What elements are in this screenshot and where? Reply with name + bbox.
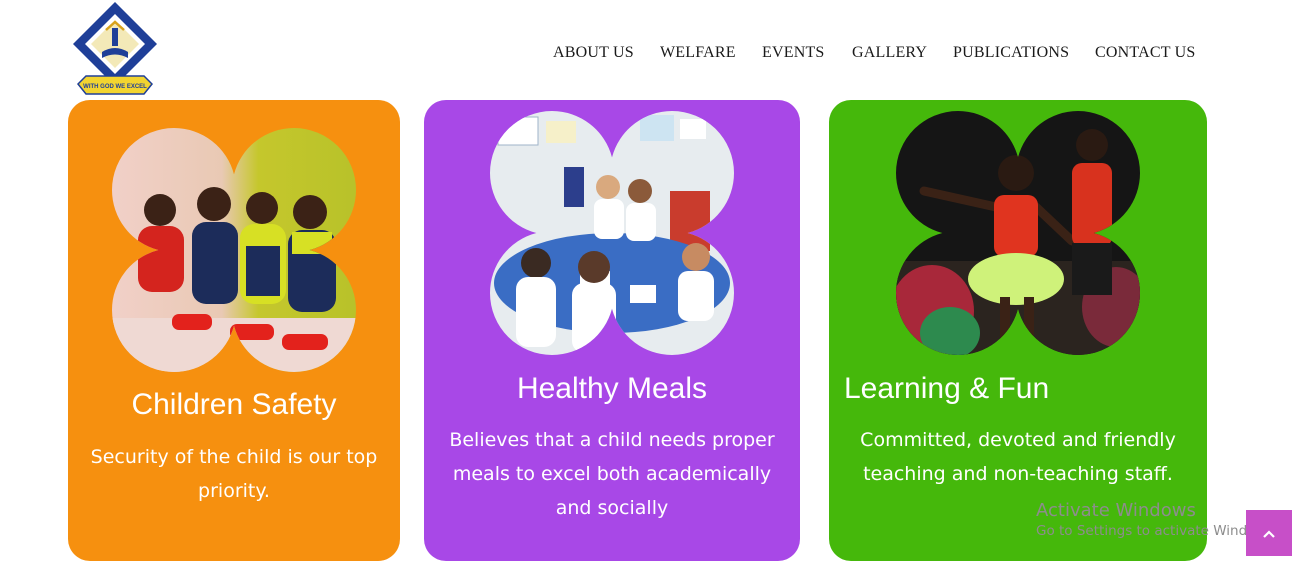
card-title: Healthy Meals [516, 372, 708, 405]
logo-motto: WITH GOD WE EXCEL [83, 84, 147, 90]
watermark-subtitle: Go to Settings to activate Windows. [1036, 523, 1278, 539]
card-description: Security of the child is our top priorit… [90, 446, 378, 502]
nav-contact-us[interactable]: CONTACT US [1095, 44, 1195, 62]
card-description: Believes that a child needs proper meals… [449, 429, 775, 519]
watermark-title: Activate Windows [1036, 500, 1196, 521]
feature-card-children-safety: Children Safety Security of the child is… [68, 100, 400, 561]
card-title: Children Safety [131, 388, 337, 421]
children-sitting-photo [112, 128, 356, 372]
card-description: Committed, devoted and friendly teaching… [860, 429, 1176, 485]
nav-about-us[interactable]: ABOUT US [553, 44, 634, 62]
windows-activation-watermark: Activate Windows Go to Settings to activ… [1036, 500, 1278, 539]
nav-gallery[interactable]: GALLERY [852, 44, 927, 62]
nav-welfare[interactable]: WELFARE [660, 44, 736, 62]
back-to-top-button[interactable] [1246, 510, 1292, 556]
card-title: Learning & Fun [844, 372, 1050, 405]
feature-card-healthy-meals: Healthy Meals Believes that a child need… [424, 100, 800, 561]
nav-publications[interactable]: PUBLICATIONS [953, 44, 1069, 62]
dancing-children-photo [896, 111, 1140, 355]
main-nav: ABOUT US WELFARE EVENTS GALLERY PUBLICAT… [0, 44, 1298, 64]
nav-events[interactable]: EVENTS [762, 44, 825, 62]
chevron-up-icon [1262, 523, 1276, 544]
classroom-photo [490, 111, 734, 355]
feature-card-learning-fun: Learning & Fun Committed, devoted and fr… [829, 100, 1207, 561]
